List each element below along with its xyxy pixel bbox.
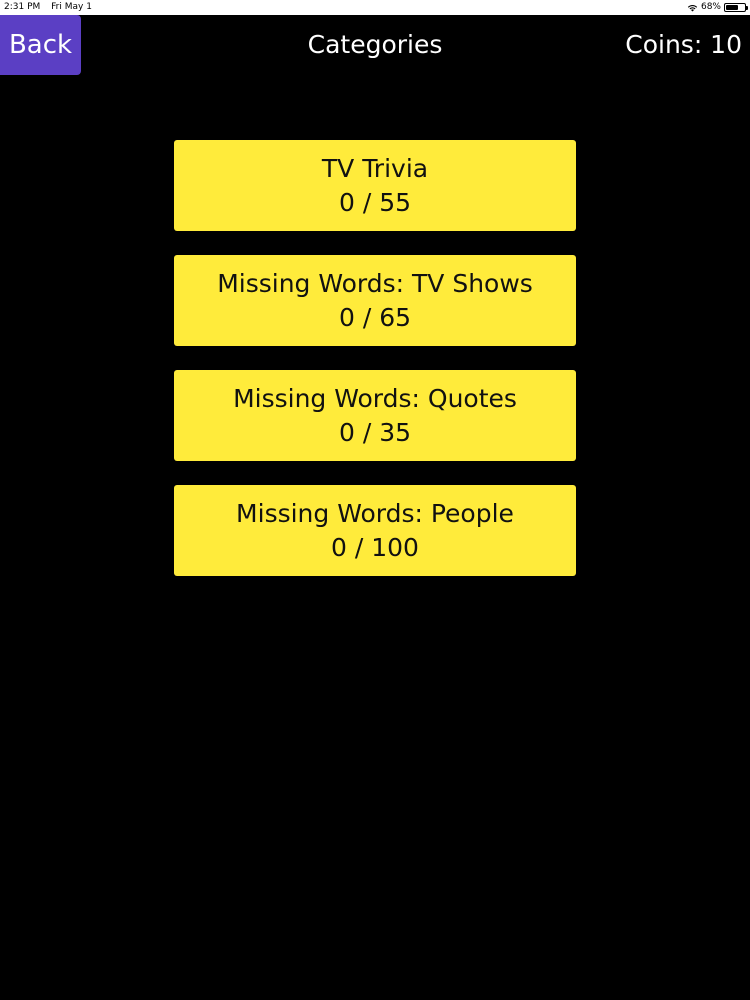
coins-counter: Coins: 10 [625, 30, 742, 59]
status-date: Fri May 1 [51, 2, 92, 12]
status-bar: 2:31 PM Fri May 1 68% [0, 0, 750, 15]
category-progress: 0 / 100 [331, 532, 419, 562]
battery-fill [726, 5, 739, 10]
status-right: 68% [687, 0, 748, 15]
status-left: 2:31 PM Fri May 1 [4, 0, 100, 15]
wifi-icon [687, 4, 698, 12]
battery-percent: 68% [700, 2, 721, 12]
category-name: TV Trivia [321, 153, 429, 183]
category-progress: 0 / 35 [338, 417, 412, 447]
category-progress: 0 / 55 [338, 187, 412, 217]
status-time: 2:31 PM [4, 2, 41, 12]
category-missing-words-people[interactable]: Missing Words: People 0 / 100 [174, 485, 576, 576]
category-missing-words-tv-shows[interactable]: Missing Words: TV Shows 0 / 65 [174, 255, 576, 346]
category-progress: 0 / 65 [338, 302, 412, 332]
back-button[interactable]: Back [0, 15, 81, 75]
category-tv-trivia[interactable]: TV Trivia 0 / 55 [174, 140, 576, 231]
category-list: TV Trivia 0 / 55 Missing Words: TV Shows… [174, 140, 576, 600]
category-name: Missing Words: TV Shows [217, 268, 533, 298]
category-missing-words-quotes[interactable]: Missing Words: Quotes 0 / 35 [174, 370, 576, 461]
battery-icon [724, 3, 748, 12]
category-name: Missing Words: Quotes [233, 383, 517, 413]
category-name: Missing Words: People [236, 498, 514, 528]
